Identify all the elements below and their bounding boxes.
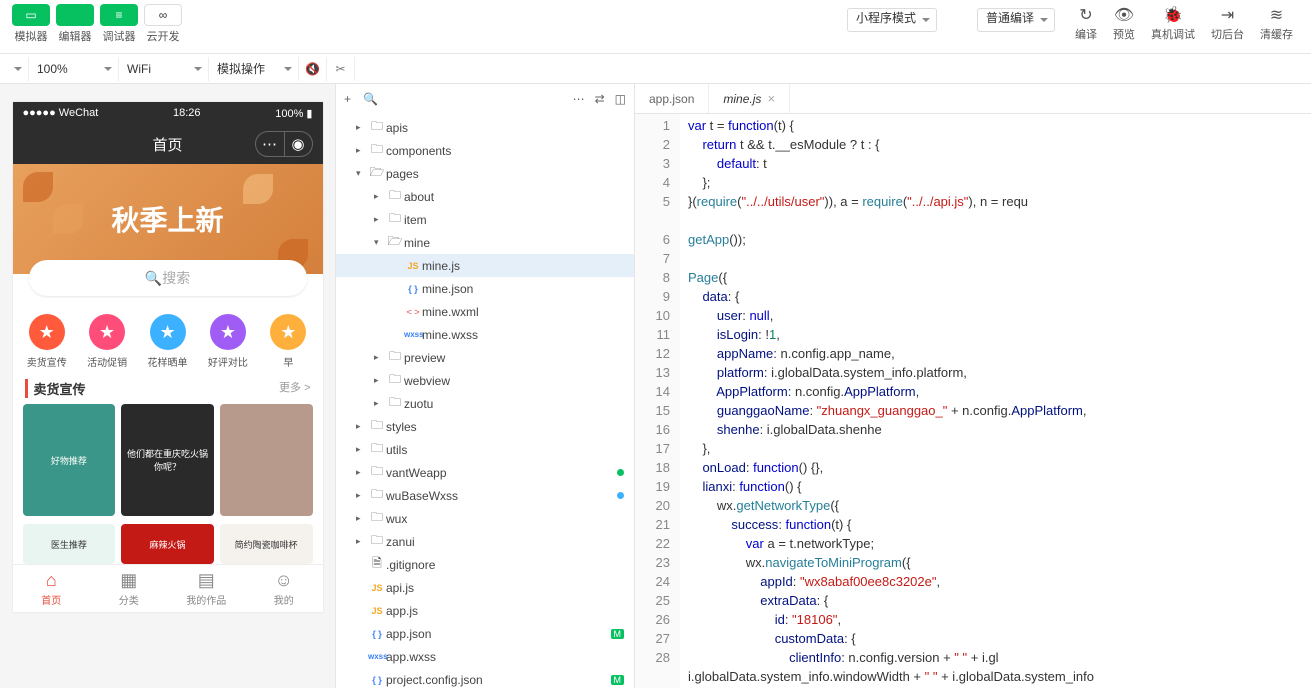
tree-components[interactable]: ▸🗀components <box>336 139 634 162</box>
compile-select[interactable]: 普通编译 <box>977 8 1055 32</box>
tree-preview[interactable]: ▸🗀preview <box>336 346 634 369</box>
search-file-icon[interactable]: 🔍 <box>363 92 378 106</box>
file-explorer: + 🔍 ⋯ ⇄ ◫ ▸🗀apis▸🗀components▾🗁pages▸🗀abo… <box>335 84 635 688</box>
product-card[interactable]: 医生推荐 <box>23 524 116 564</box>
close-tab-icon[interactable]: × <box>767 91 775 106</box>
network-select[interactable]: WiFi <box>119 57 209 81</box>
tree-app.wxss[interactable]: wxssapp.wxss <box>336 645 634 668</box>
icon-row: ★卖货宣传★活动促销★花样晒单★好评对比★早 <box>13 314 323 369</box>
tree-mine.wxss[interactable]: wxssmine.wxss <box>336 323 634 346</box>
phone-frame: ●●●●● WeChat 18:26 100% ▮ 首页 ⋯ ◉ 秋季上新 🔍 <box>13 102 323 612</box>
banner[interactable]: 秋季上新 <box>13 164 323 274</box>
toolbar-预览[interactable]: 👁预览 <box>1107 4 1141 42</box>
toolbar-真机调试[interactable]: 🐞真机调试 <box>1145 4 1201 42</box>
tree-wux[interactable]: ▸🗀wux <box>336 507 634 530</box>
tree-project.config.json[interactable]: { }project.config.jsonM <box>336 668 634 688</box>
editor-panel: app.jsonmine.js× 12345 67891011121314151… <box>635 84 1311 688</box>
toolbar-编辑器[interactable]: 编辑器 <box>56 4 94 44</box>
settings-icon[interactable]: ⇄ <box>595 92 605 106</box>
cat-活动促销[interactable]: ★活动促销 <box>77 314 137 369</box>
tree-apis[interactable]: ▸🗀apis <box>336 116 634 139</box>
tab-我的作品[interactable]: ▤我的作品 <box>168 565 246 612</box>
card-row: 好物推荐他们都在重庆吃火锅 你呢？ <box>13 404 323 516</box>
top-toolbar: ▭模拟器编辑器≡调试器∞云开发 小程序模式 普通编译 ↻编译👁预览🐞真机调试⇥切… <box>0 0 1311 54</box>
carrier-label: ●●●●● WeChat <box>23 107 99 119</box>
tree-zuotu[interactable]: ▸🗀zuotu <box>336 392 634 415</box>
tree-app.json[interactable]: { }app.jsonM <box>336 622 634 645</box>
nav-title: 首页 <box>152 134 182 155</box>
tree-pages[interactable]: ▾🗁pages <box>336 162 634 185</box>
more-link[interactable]: 更多 > <box>279 379 310 398</box>
tree-mine.js[interactable]: JSmine.js <box>336 254 634 277</box>
editor-tab-mine.js[interactable]: mine.js× <box>709 84 790 113</box>
tree-zanui[interactable]: ▸🗀zanui <box>336 530 634 553</box>
cat-早[interactable]: ★早 <box>258 314 318 369</box>
tree-utils[interactable]: ▸🗀utils <box>336 438 634 461</box>
status-bar: ●●●●● WeChat 18:26 100% ▮ <box>13 102 323 124</box>
menu-icon[interactable]: ⋯ <box>256 132 284 156</box>
tab-分类[interactable]: ▦分类 <box>90 565 168 612</box>
tree-styles[interactable]: ▸🗀styles <box>336 415 634 438</box>
toolbar-模拟器[interactable]: ▭模拟器 <box>12 4 50 44</box>
tree-webview[interactable]: ▸🗀webview <box>336 369 634 392</box>
tree-about[interactable]: ▸🗀about <box>336 185 634 208</box>
tree-wuBaseWxss[interactable]: ▸🗀wuBaseWxss <box>336 484 634 507</box>
zoom-select[interactable]: 100% <box>29 57 119 81</box>
tree-app.js[interactable]: JSapp.js <box>336 599 634 622</box>
toolbar-调试器[interactable]: ≡调试器 <box>100 4 138 44</box>
tree-vantWeapp[interactable]: ▸🗀vantWeapp <box>336 461 634 484</box>
cut-icon[interactable]: ✂ <box>327 57 355 81</box>
banner-text: 秋季上新 <box>111 199 223 239</box>
cat-卖货宣传[interactable]: ★卖货宣传 <box>17 314 77 369</box>
nav-bar: 首页 ⋯ ◉ <box>13 124 323 164</box>
search-box[interactable]: 🔍 搜索 <box>29 260 307 296</box>
product-card[interactable]: 好物推荐 <box>23 404 116 516</box>
target-icon[interactable]: ◉ <box>284 132 312 156</box>
simulator-panel: ●●●●● WeChat 18:26 100% ▮ 首页 ⋯ ◉ 秋季上新 🔍 <box>0 84 335 688</box>
product-card[interactable]: 麻辣火锅 <box>121 524 214 564</box>
toolbar-切后台[interactable]: ⇥切后台 <box>1205 4 1250 42</box>
product-card[interactable]: 他们都在重庆吃火锅 你呢？ <box>121 404 214 516</box>
file-tree: ▸🗀apis▸🗀components▾🗁pages▸🗀about▸🗀item▾🗁… <box>336 114 634 688</box>
card-row-2: 医生推荐麻辣火锅简约陶瓷咖啡杯 <box>13 524 323 564</box>
file-toolbar: + 🔍 ⋯ ⇄ ◫ <box>336 84 634 114</box>
toolbar-清缓存[interactable]: ≋清缓存 <box>1254 4 1299 42</box>
search-placeholder: 搜索 <box>162 268 190 288</box>
editor-tab-app.json[interactable]: app.json <box>635 84 709 113</box>
cat-好评对比[interactable]: ★好评对比 <box>198 314 258 369</box>
tab-我的[interactable]: ☺我的 <box>245 565 323 612</box>
more-icon[interactable]: ⋯ <box>573 92 585 106</box>
code-content[interactable]: var t = function(t) { return t && t.__es… <box>680 114 1311 688</box>
code-area[interactable]: 12345 6789101112131415161718192021222324… <box>635 114 1311 688</box>
mode-select[interactable]: 小程序模式 <box>847 8 937 32</box>
tab-首页[interactable]: ⌂首页 <box>13 565 91 612</box>
split-icon[interactable]: ◫ <box>615 92 626 106</box>
battery-label: 100% ▮ <box>275 107 312 120</box>
nav-capsule[interactable]: ⋯ ◉ <box>255 131 313 157</box>
tree-api.js[interactable]: JSapi.js <box>336 576 634 599</box>
toolbar-云开发[interactable]: ∞云开发 <box>144 4 182 44</box>
tree-.gitignore[interactable]: 🗎.gitignore <box>336 553 634 576</box>
time-label: 18:26 <box>173 107 201 119</box>
toolbar-编译[interactable]: ↻编译 <box>1069 4 1103 42</box>
device-select[interactable] <box>0 57 29 81</box>
tree-item[interactable]: ▸🗀item <box>336 208 634 231</box>
mute-icon[interactable]: 🔇 <box>299 57 327 81</box>
tabbar: ⌂首页▦分类▤我的作品☺我的 <box>13 564 323 612</box>
product-card[interactable] <box>220 404 313 516</box>
add-file-icon[interactable]: + <box>344 92 351 106</box>
line-gutter: 12345 6789101112131415161718192021222324… <box>635 114 680 688</box>
tree-mine[interactable]: ▾🗁mine <box>336 231 634 254</box>
section-title: 卖货宣传 <box>25 379 86 398</box>
cat-花样晒单[interactable]: ★花样晒单 <box>137 314 197 369</box>
product-card[interactable]: 简约陶瓷咖啡杯 <box>220 524 313 564</box>
tree-mine.json[interactable]: { }mine.json <box>336 277 634 300</box>
editor-tabs: app.jsonmine.js× <box>635 84 1311 114</box>
operation-select[interactable]: 模拟操作 <box>209 57 299 81</box>
search-icon: 🔍 <box>145 270 162 287</box>
secondary-toolbar: 100% WiFi 模拟操作 🔇 ✂ <box>0 54 1311 84</box>
tree-mine.wxml[interactable]: < >mine.wxml <box>336 300 634 323</box>
